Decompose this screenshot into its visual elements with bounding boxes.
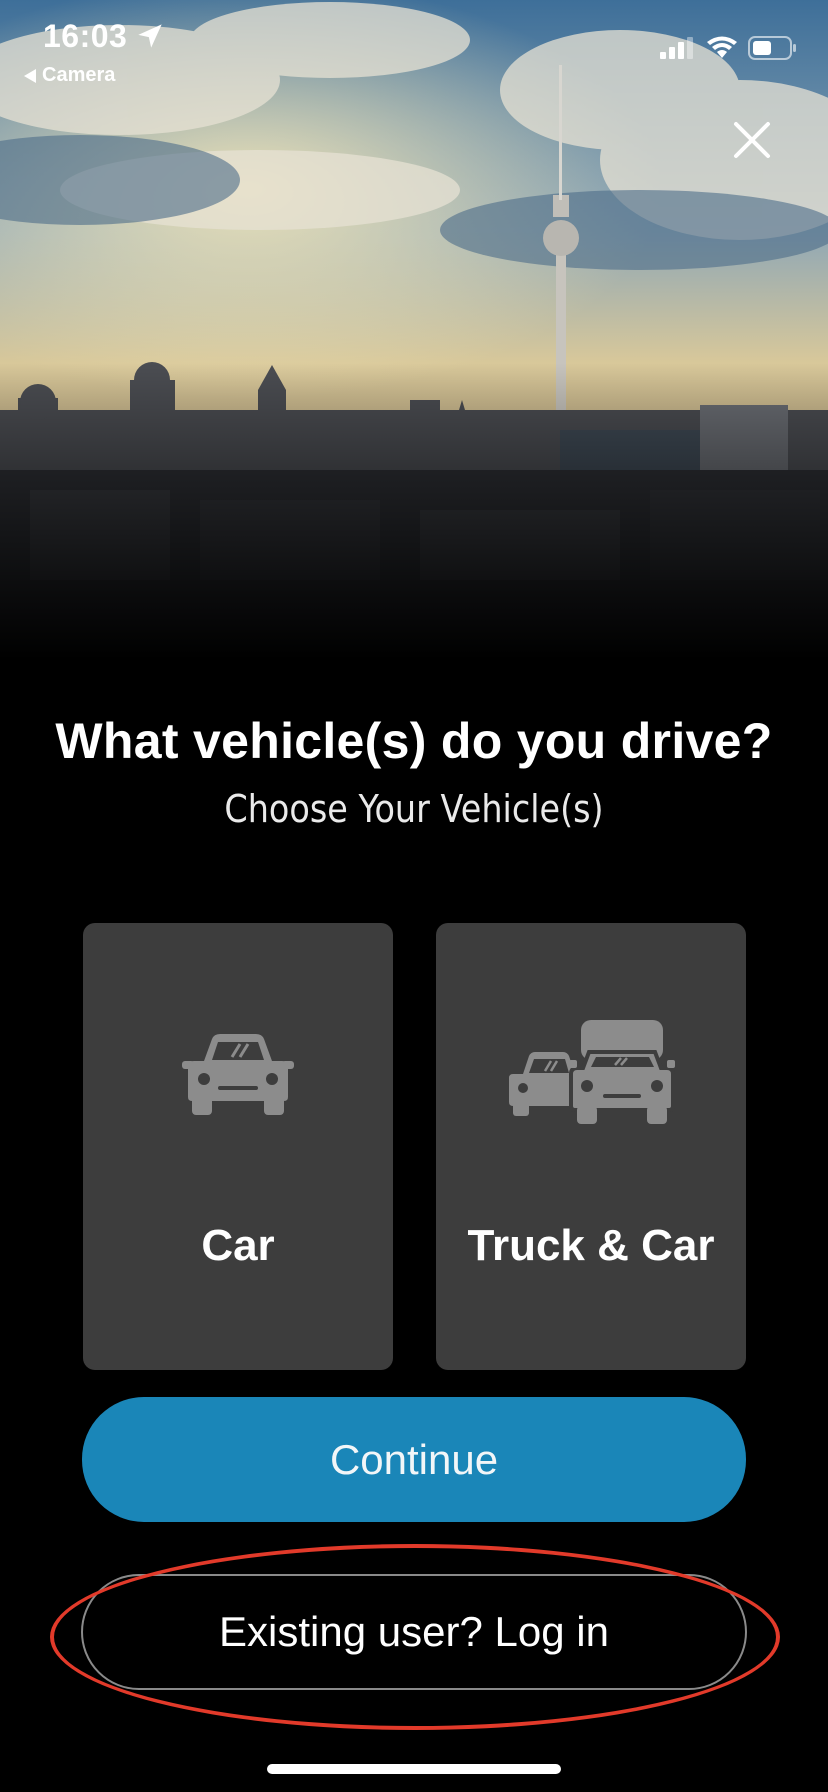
page-subtitle: Choose Your Vehicle(s) — [224, 787, 604, 831]
location-arrow-icon — [138, 24, 162, 48]
page-title: What vehicle(s) do you drive? — [55, 713, 773, 769]
signal-icon — [660, 37, 693, 59]
vehicle-option-car-label: Car — [201, 1221, 275, 1270]
truck-and-car-icon — [509, 1020, 675, 1124]
back-triangle-icon — [24, 68, 36, 83]
existing-user-login-button[interactable]: Existing user? Log in — [81, 1574, 747, 1690]
hero-skyline-image — [0, 0, 828, 660]
car-icon — [182, 1034, 294, 1115]
battery-icon — [748, 36, 796, 60]
vehicle-option-car[interactable]: Car — [83, 923, 393, 1370]
status-time: 16:03 — [43, 18, 128, 54]
vehicle-option-truck-and-car-label: Truck & Car — [467, 1221, 715, 1270]
home-indicator[interactable] — [267, 1764, 561, 1774]
status-bar: 16:03 Camera — [0, 0, 828, 95]
wifi-icon — [707, 36, 737, 58]
close-icon[interactable] — [728, 116, 776, 164]
back-to-app-link[interactable]: Camera — [24, 64, 115, 87]
vehicle-option-truck-and-car[interactable]: Truck & Car — [436, 923, 746, 1370]
back-app-label: Camera — [42, 64, 116, 86]
system-status-icons — [660, 36, 798, 60]
continue-button[interactable]: Continue — [82, 1397, 746, 1522]
